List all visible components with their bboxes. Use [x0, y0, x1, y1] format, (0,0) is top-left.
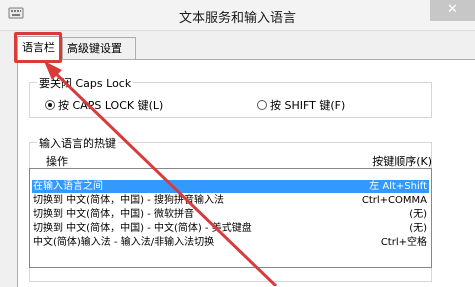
row-action: 切换到 中文(简体，中国) - 中文(简体) - 美式键盘 [33, 223, 252, 234]
window-title: 文本服务和输入语言 [178, 11, 296, 26]
row-keys: (无) [409, 223, 427, 234]
column-header-action: 操作 [46, 155, 68, 168]
radio-capslock-key[interactable]: 按 CAPS LOCK 键(L) [45, 97, 163, 113]
hotkey-list-header: 操作 按键顺序(K) [46, 153, 432, 168]
close-button[interactable]: ✕ [430, 0, 475, 21]
table-row[interactable]: 切换到 中文(简体，中国) - 中文(简体) - 美式键盘 (无) [32, 222, 429, 235]
row-action: 中文(简体)输入法 - 输入法/非输入法切换 [33, 237, 215, 248]
close-icon: ✕ [447, 2, 458, 17]
title-bar: 文本服务和输入语言 ✕ [0, 0, 475, 31]
row-keys: (无) [409, 209, 427, 220]
table-row[interactable]: 在输入语言之间 左 Alt+Shift [32, 180, 429, 193]
column-header-keys: 按键顺序(K) [372, 155, 432, 168]
row-action: 在输入语言之间 [33, 181, 103, 192]
annotation-highlight-box [14, 32, 62, 63]
radio-shift-key[interactable]: 按 SHIFT 键(F) [257, 97, 345, 113]
radio-capslock-key-label: 按 CAPS LOCK 键(L) [58, 99, 164, 112]
radio-selected-icon [45, 100, 55, 110]
table-row[interactable]: 切换到 中文(简体，中国) - 搜狗拼音输入法 Ctrl+COMMA [32, 194, 429, 207]
row-keys: Ctrl+COMMA [361, 195, 427, 206]
table-row[interactable]: 切换到 中文(简体，中国) - 微软拼音 (无) [32, 208, 429, 221]
tab-advanced-key-settings[interactable]: 高级键设置 [62, 37, 136, 59]
table-row[interactable]: 中文(简体)输入法 - 输入法/非输入法切换 Ctrl+空格 [32, 236, 429, 249]
radio-shift-key-label: 按 SHIFT 键(F) [270, 99, 346, 112]
row-keys: Ctrl+空格 [380, 237, 427, 248]
hotkey-list[interactable]: 在输入语言之间 左 Alt+Shift 切换到 中文(简体，中国) - 搜狗拼音… [29, 168, 432, 268]
row-action: 切换到 中文(简体，中国) - 搜狗拼音输入法 [33, 195, 224, 206]
row-action: 切换到 中文(简体，中国) - 微软拼音 [33, 209, 194, 220]
row-keys: 左 Alt+Shift [369, 181, 427, 192]
capslock-group-title: 要关闭 Caps Lock [37, 75, 134, 91]
hotkey-group-title: 输入语言的热键 [37, 135, 118, 151]
radio-unselected-icon [257, 100, 267, 110]
